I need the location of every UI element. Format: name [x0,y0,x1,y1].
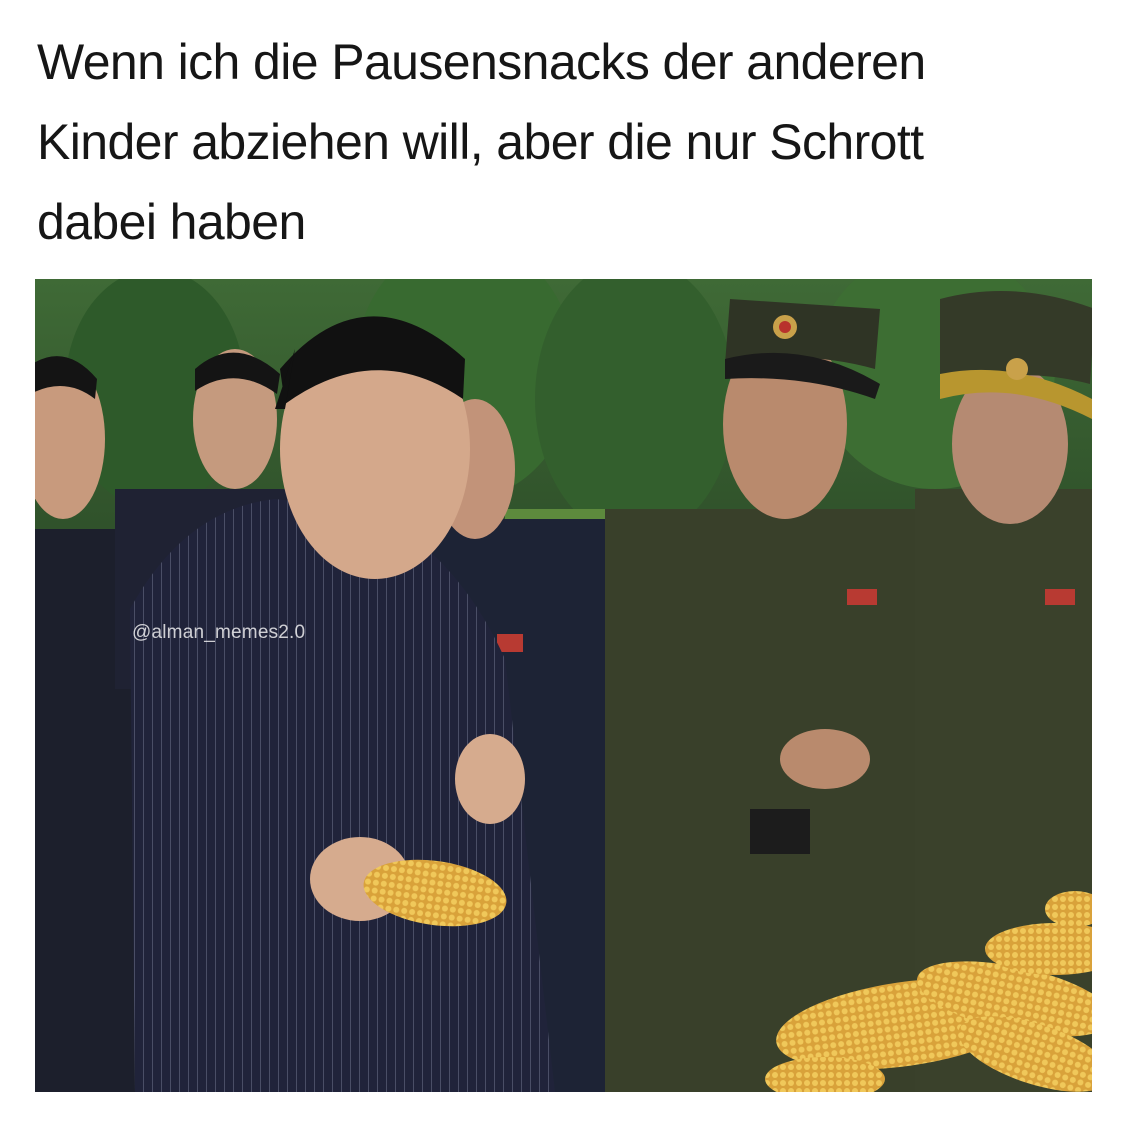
caption-line-1: Wenn ich die Pausensnacks der anderen [37,34,926,90]
meme-photo: @alman_memes2.0 [35,279,1092,1092]
photo-illustration [35,279,1092,1092]
caption-line-3: dabei haben [37,194,306,250]
watermark-text: @alman_memes2.0 [132,622,306,643]
caption-line-2: Kinder abziehen will, aber die nur Schro… [37,114,924,170]
meme-caption: Wenn ich die Pausensnacks der anderen Ki… [37,22,1097,262]
